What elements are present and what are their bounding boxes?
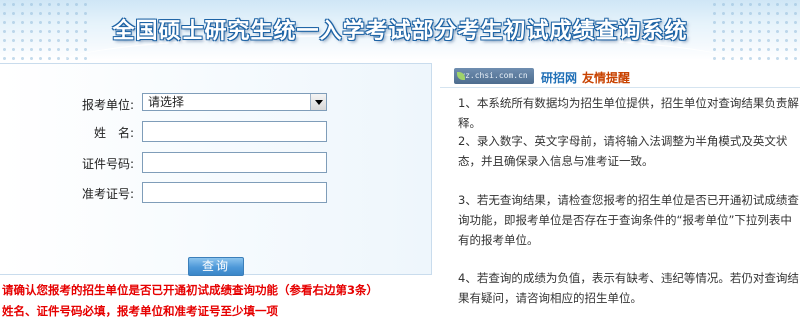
warning-line-2: 姓名、证件号码必填，报考单位和准考证号至少填一项 — [2, 304, 278, 318]
notice-header: yz.chsi.com.cn 研招网 友情提醒 — [440, 66, 800, 88]
notice-title: 友情提醒 — [582, 71, 631, 85]
site-logo: yz.chsi.com.cn — [454, 68, 534, 84]
name-input[interactable] — [142, 121, 327, 142]
site-badge-text: yz.chsi.com.cn — [460, 71, 528, 80]
ticket-number-input[interactable] — [142, 182, 327, 203]
id-number-input[interactable] — [142, 152, 327, 173]
chevron-down-icon[interactable] — [310, 94, 326, 110]
warning-line-1: 请确认您报考的招生单位是否已开通初试成绩查询功能（参看右边第3条） — [2, 283, 378, 297]
notice-brand: 研招网 — [541, 71, 578, 85]
query-form: 报考单位: 请选择 姓 名: 证件号码: 准考证号: 查询 — [0, 63, 432, 276]
notice-item-3: 3、若无查询结果，请检查您报考的招生单位是否已开通初试成绩查询功能，即报考单位是… — [458, 193, 799, 247]
name-label: 姓 名: — [93, 126, 134, 140]
id-row: 证件号码: — [0, 152, 432, 174]
ticket-row: 准考证号: — [0, 182, 432, 204]
notice-item-2: 2、录入数字、英文字母前，请将输入法调整为半角模式及英文状态，并且确保录入信息与… — [458, 134, 788, 168]
unit-label: 报考单位: — [81, 98, 134, 112]
page-banner: 全国硕士研究生统一入学考试部分考生初试成绩查询系统 — [0, 0, 800, 60]
name-row: 姓 名: — [0, 121, 432, 143]
unit-select[interactable]: 请选择 — [142, 93, 327, 111]
notice-item-4: 4、若查询的成绩为负值，表示有缺考、违纪等情况。若仍对查询结果有疑问，请咨询相应… — [458, 271, 799, 305]
page-title: 全国硕士研究生统一入学考试部分考生初试成绩查询系统 — [112, 19, 688, 44]
query-button[interactable]: 查询 — [188, 257, 244, 276]
notice-item-1: 1、本系统所有数据均为招生单位提供，招生单位对查询结果负责解释。 — [458, 96, 799, 130]
ticket-number-label: 准考证号: — [81, 187, 134, 201]
unit-row: 报考单位: 请选择 — [0, 93, 432, 115]
id-number-label: 证件号码: — [81, 157, 134, 171]
unit-select-value: 请选择 — [148, 95, 185, 109]
